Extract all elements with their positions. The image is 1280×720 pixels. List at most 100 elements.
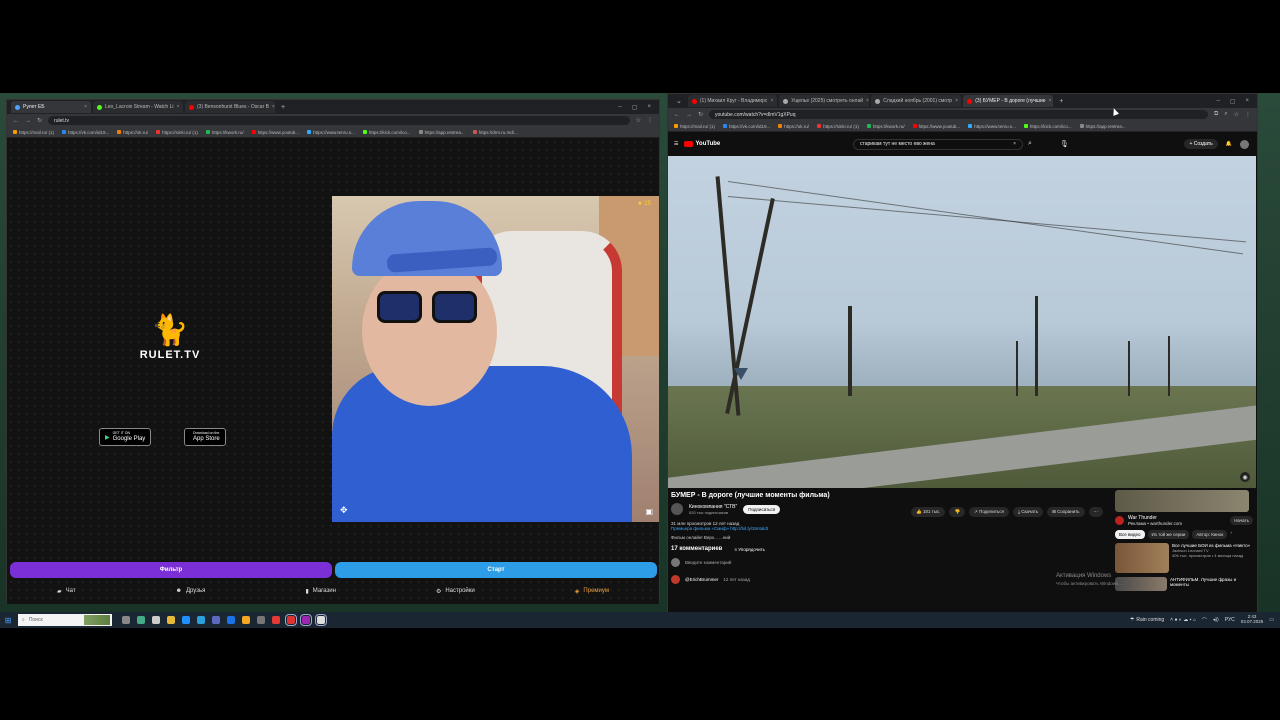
video-player[interactable]: ◉ — [668, 156, 1256, 488]
bookmark[interactable]: https://www.youtub... — [251, 130, 299, 135]
recommendation-item[interactable]: Все лучшие БОИ из фильма «Никто» Jackson… — [1115, 543, 1253, 573]
clock[interactable]: 2:43 03.07.2025 — [1241, 614, 1264, 625]
nav-shop[interactable]: ▮ Магазин — [305, 588, 335, 595]
windows-start-icon[interactable]: ⊞ — [0, 616, 16, 625]
comment-author[interactable]: @ErichBrummer — [685, 577, 718, 582]
task-view-icon[interactable] — [122, 616, 130, 624]
clear-icon[interactable]: × — [1013, 141, 1016, 147]
chrome-icon[interactable] — [285, 614, 297, 626]
tab-youtube[interactable]: (3) Bensonhurst Blues - Oscar B × — [185, 101, 275, 113]
bookmark[interactable]: https://mail.ru/ (1) — [13, 130, 54, 135]
close-icon[interactable]: × — [770, 98, 773, 104]
star-icon[interactable]: ☆ — [636, 117, 641, 124]
create-button[interactable]: + Создать — [1184, 139, 1218, 149]
forward-icon[interactable]: → — [25, 118, 31, 124]
more-actions-icon[interactable]: ⋯ — [1088, 507, 1104, 517]
volume-icon[interactable]: ◂)) — [1213, 617, 1219, 623]
download-button[interactable]: ⤓ Скачать — [1012, 507, 1044, 517]
close-icon[interactable]: × — [272, 104, 275, 110]
new-tab-button[interactable]: + — [277, 104, 289, 111]
filter-button[interactable]: Фильтр — [10, 562, 332, 578]
close-window-icon[interactable]: × — [647, 104, 651, 111]
close-window-icon[interactable]: × — [1245, 98, 1249, 105]
close-icon[interactable]: × — [176, 104, 179, 110]
back-icon[interactable]: ← — [13, 118, 19, 124]
install-icon[interactable]: ⧉ — [1214, 111, 1218, 118]
tab-kick[interactable]: Leo_Lacroix Stream - Watch Li × — [93, 101, 183, 113]
edge-icon[interactable] — [182, 616, 190, 624]
add-comment-input[interactable]: Введите комментарий — [685, 560, 731, 565]
bookmark[interactable]: https://www.tenru.s... — [968, 124, 1016, 129]
minimize-icon[interactable]: – — [618, 104, 621, 111]
maximize-icon[interactable]: ▢ — [1230, 98, 1236, 105]
reload-icon[interactable]: ↻ — [37, 117, 42, 124]
bookmark[interactable]: https://www.tenru.s... — [307, 130, 355, 135]
tab-list-icon[interactable]: ⌄ — [672, 97, 686, 105]
youtube-logo[interactable]: YouTube — [684, 141, 720, 147]
chip-all[interactable]: Все видео — [1115, 530, 1145, 539]
notifications-icon[interactable]: ▭ — [1269, 617, 1274, 623]
language-indicator[interactable]: РУС — [1225, 617, 1235, 623]
close-icon[interactable]: × — [1049, 98, 1052, 104]
bookmark[interactable]: https://kwork.ru/ — [205, 130, 244, 135]
recommendation-item[interactable]: АНТИФИЛЬМ. Лучшие фразы и моменты — [1115, 577, 1253, 591]
search-icon[interactable]: ⌕ — [1028, 140, 1032, 148]
star-icon[interactable]: ☆ — [1234, 111, 1239, 118]
close-icon[interactable]: × — [955, 98, 958, 104]
description-line[interactable]: Премьера фильма «Смиф» http://bit.ly/26n… — [671, 526, 1111, 531]
tab-1[interactable]: (1) Михаил Круг - Владимирс × — [687, 95, 778, 107]
weather-widget[interactable]: ☂ Rain coming — [1130, 617, 1164, 623]
google-play-button[interactable]: ▶ GET IT ON Google Play — [99, 428, 152, 446]
bookmark[interactable]: https://mail.ru/ (1) — [674, 124, 715, 129]
file-explorer-icon[interactable] — [167, 616, 175, 624]
close-icon[interactable]: × — [866, 98, 869, 104]
app-icon[interactable] — [227, 616, 235, 624]
app-icon[interactable] — [212, 616, 220, 624]
subscribe-button[interactable]: Подписаться — [743, 504, 781, 514]
app-icon[interactable] — [257, 616, 265, 624]
nav-premium[interactable]: ◈ Премиум — [575, 588, 609, 595]
nav-settings[interactable]: ⚙ Настройки — [436, 588, 475, 595]
chip-series[interactable]: Из той же серии — [1147, 530, 1190, 539]
chrome-icon[interactable] — [315, 614, 327, 626]
sort-button[interactable]: ≡ Упорядочить — [734, 547, 765, 552]
app-icon[interactable] — [300, 614, 312, 626]
bell-icon[interactable]: 🔔 — [1226, 141, 1232, 147]
bookmark[interactable]: https://www.youtub... — [912, 124, 960, 129]
like-button[interactable]: 👍 181 тыс. — [911, 507, 946, 517]
menu-icon[interactable]: ⋮ — [647, 117, 653, 124]
nav-friends[interactable]: ☻ Друзья — [176, 588, 206, 594]
bookmark[interactable]: https://vk.com/id19... — [723, 124, 770, 129]
tab-rulet[interactable]: Рулет ЕБ × — [11, 101, 91, 113]
tray-icons[interactable]: ˄ ● ◐ ☁ ▪ ⌂ — [1170, 617, 1196, 623]
url-input[interactable]: rulet.tv — [48, 116, 630, 125]
tab-3[interactable]: Сладкий ноябрь (2001) смотр × — [871, 95, 962, 107]
tab-4[interactable]: (3) БУМЕР - В дороге (лучшие × — [963, 95, 1054, 107]
app-icon[interactable] — [272, 616, 280, 624]
reload-icon[interactable]: ↻ — [698, 111, 703, 118]
maximize-icon[interactable]: ▢ — [632, 104, 638, 111]
minimize-icon[interactable]: – — [1216, 98, 1219, 105]
start-button[interactable]: Старт — [335, 562, 657, 578]
description[interactable]: 31 млн просмотров 12 лет назад Премьера … — [671, 521, 1111, 531]
app-icon[interactable] — [242, 616, 250, 624]
ad-thumbnail[interactable] — [1115, 490, 1249, 512]
bookmark[interactable]: https://kick.com/ico... — [362, 130, 411, 135]
add-comment-row[interactable]: Введите комментарий — [671, 558, 1111, 567]
nav-chat[interactable]: ▰ Чат — [57, 588, 76, 595]
menu-icon[interactable]: ⋮ — [1245, 111, 1251, 118]
wifi-icon[interactable]: ⌒ — [1202, 617, 1207, 624]
bookmark[interactable]: https://ok.ru/ — [778, 124, 809, 129]
telegram-icon[interactable] — [197, 616, 205, 624]
taskbar-search[interactable]: ⌕ Поиск — [18, 614, 112, 626]
bookmark[interactable]: https://app.restrea... — [1079, 124, 1126, 129]
ad-start-button[interactable]: Начать — [1230, 516, 1253, 525]
url-input[interactable]: youtube.com/watch?v=dlmV1gXPuq — [709, 110, 1208, 119]
bookmark[interactable]: https://ok.ru/ — [117, 130, 148, 135]
bookmark[interactable]: https://sinki.ru/ (1) — [156, 130, 198, 135]
zoom-icon[interactable]: ⌕ — [1224, 111, 1227, 118]
move-icon[interactable]: ✥ — [340, 505, 348, 516]
hamburger-menu-icon[interactable]: ☰ — [674, 141, 678, 147]
bookmark[interactable]: https://app.restrea... — [418, 130, 465, 135]
chevron-right-icon[interactable]: › — [1230, 530, 1232, 539]
